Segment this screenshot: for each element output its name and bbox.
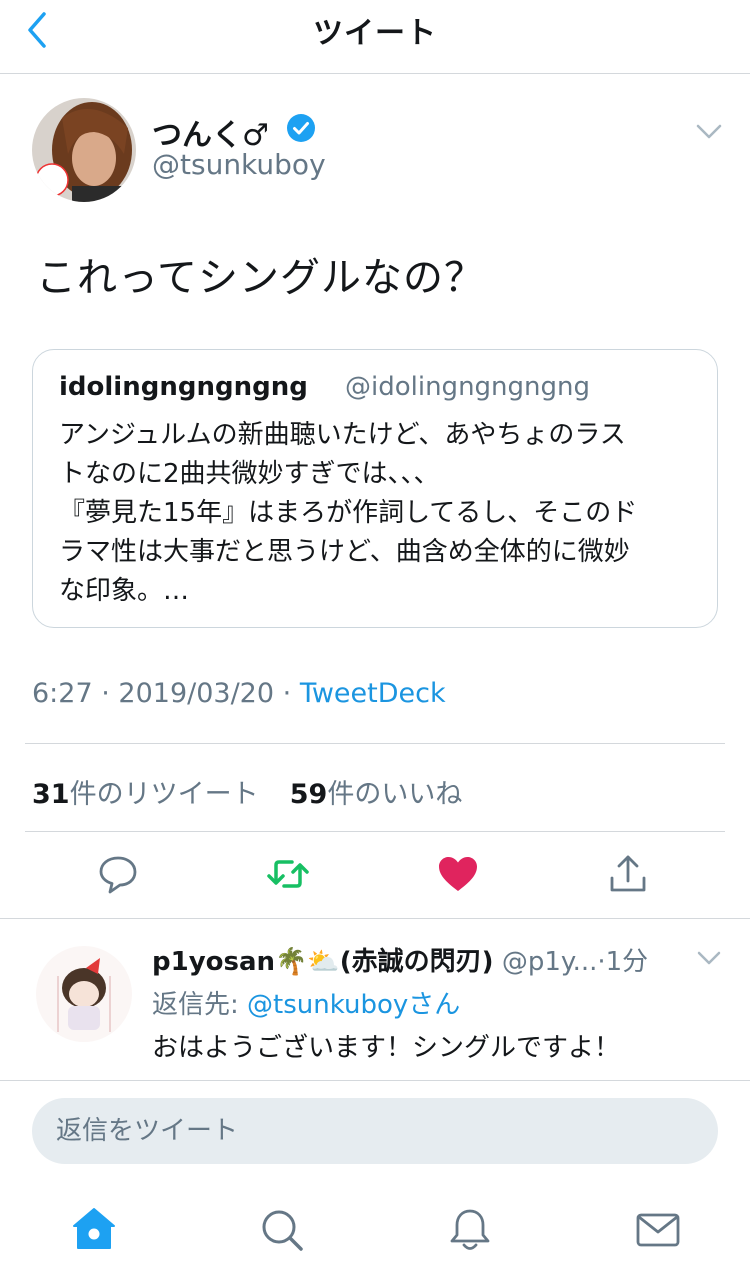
reply-compose-input[interactable] [56, 1112, 656, 1150]
retweets-stat[interactable]: 31件のリツイート [32, 779, 259, 810]
reply-avatar[interactable] [36, 946, 132, 1042]
likes-label: 件のいいね [327, 779, 463, 810]
tweet-source-link[interactable]: TweetDeck [300, 678, 446, 709]
messages-icon[interactable] [634, 1206, 682, 1254]
reply-to-handle-link[interactable]: @tsunkuboyさん [247, 990, 460, 1020]
chevron-down-icon[interactable] [694, 120, 724, 144]
reply-author-handle: @p1y... [501, 947, 598, 977]
quote-text: アンジュルムの新曲聴いたけど、あやちょのラス トなのに2曲共微妙すぎでは、、、 … [59, 416, 699, 611]
reply-to-prefix: 返信先: [152, 990, 239, 1020]
retweet-icon[interactable] [266, 852, 310, 896]
reply-time: 1分 [605, 947, 649, 977]
tweet-meta: 6:27 · 2019/03/20 · TweetDeck [32, 678, 446, 709]
reply-to-line: 返信先: @tsunkuboyさん [152, 984, 460, 1021]
verified-badge-icon [287, 114, 315, 142]
share-icon[interactable] [606, 852, 650, 896]
retweets-label: 件のリツイート [69, 779, 259, 810]
quoted-tweet-card[interactable]: idolingngngngng @idolingngngngng アンジュルムの… [32, 349, 718, 628]
like-icon[interactable] [436, 852, 480, 896]
reply-compose-box[interactable] [32, 1098, 718, 1164]
author-handle[interactable]: @tsunkuboy [152, 148, 326, 181]
divider [0, 918, 750, 919]
nav-bar: ツイート [0, 0, 750, 74]
chevron-down-icon[interactable] [696, 948, 722, 968]
divider [25, 743, 725, 744]
notifications-icon[interactable] [446, 1206, 494, 1254]
quote-text-line: トなのに2曲共微妙すぎでは、、、 [59, 459, 440, 489]
quote-text-line: 『夢見た15年』はまろが作詞してるし、そこのド [59, 498, 638, 528]
reply-name-emojis: 🌴⛅ [275, 947, 340, 977]
likes-count: 59 [289, 779, 328, 810]
quote-text-line: ラマ性は大事だと思うけど、曲含め全体的に微妙 [59, 537, 630, 567]
reply-icon[interactable] [96, 852, 140, 896]
reply-name-suffix: (赤誠の閃刃) [339, 947, 494, 977]
meta-separator: · [282, 678, 292, 709]
home-icon[interactable] [70, 1206, 118, 1254]
author-avatar[interactable] [32, 98, 136, 202]
quote-text-line: アンジュルムの新曲聴いたけど、あやちょのラス [59, 420, 626, 450]
likes-stat[interactable]: 59件のいいね [290, 779, 463, 810]
search-icon[interactable] [258, 1206, 306, 1254]
reply-text: おはようございます！シングルですよ！ [152, 1033, 621, 1063]
quote-author-name: idolingngngngng [59, 372, 308, 402]
retweets-count: 31 [32, 779, 70, 810]
tweet-text: これってシングルなの？ [36, 255, 485, 301]
reply-author-name[interactable]: p1yosan [152, 947, 275, 977]
tweet-time: 6:27 [32, 678, 93, 709]
meta-separator: · [101, 678, 110, 709]
page-title: ツイート [313, 16, 437, 51]
divider [25, 831, 725, 832]
tweet-stats: 31件のリツイート 59件のいいね [32, 772, 462, 811]
quote-author-handle: @idolingngngngng [345, 372, 590, 402]
tweet-date: 2019/03/20 [118, 678, 275, 709]
reply-header: p1yosan🌴⛅(赤誠の閃刃) @p1y...·1分 [152, 941, 648, 978]
meta-separator: · [597, 947, 606, 977]
quote-text-line: な印象。… [59, 576, 190, 606]
divider [0, 1080, 750, 1081]
